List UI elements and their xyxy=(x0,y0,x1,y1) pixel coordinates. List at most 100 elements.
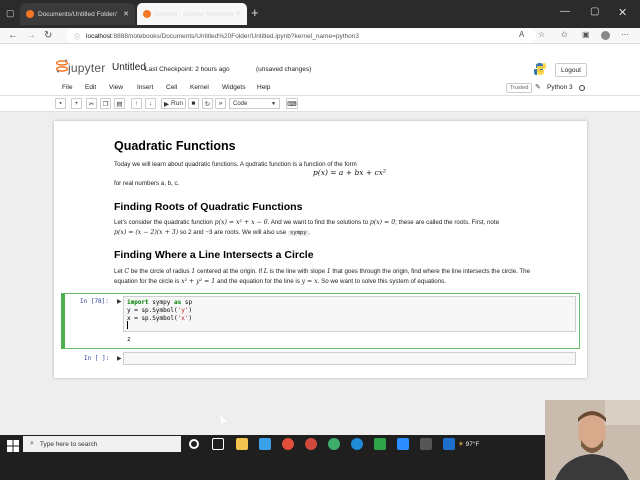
logout-button[interactable]: Logout xyxy=(555,63,587,77)
chrome-alt-icon[interactable] xyxy=(328,438,340,450)
paste-button[interactable]: ▤ xyxy=(114,98,125,109)
move-down-button[interactable]: ↓ xyxy=(145,98,156,109)
info-icon[interactable]: ⓘ xyxy=(74,32,80,41)
close-icon[interactable]: ✕ xyxy=(235,10,241,18)
pencil-icon[interactable]: ✎ xyxy=(535,83,541,91)
text: equation for the circle is xyxy=(114,278,180,285)
checkpoint-status: Last Checkpoint: 2 hours ago xyxy=(145,66,230,73)
task-view-icon[interactable] xyxy=(212,438,224,450)
app-blue-icon[interactable] xyxy=(443,438,455,450)
arrow-up-icon: ↑ xyxy=(134,100,139,107)
minimize-icon[interactable]: — xyxy=(560,6,570,17)
menu-kernel[interactable]: Kernel xyxy=(190,84,209,91)
cell-type-value: Code xyxy=(233,100,248,107)
weather-widget[interactable]: ☀ 97°F xyxy=(458,440,479,448)
mail-icon[interactable] xyxy=(259,438,271,450)
input-prompt: In [78]: xyxy=(80,298,109,305)
edge-icon[interactable] xyxy=(351,438,363,450)
address-bar: ← → ↻ ⓘ localhost:8888/notebooks/Documen… xyxy=(0,28,640,44)
menu-help[interactable]: Help xyxy=(257,84,270,91)
webcam-overlay xyxy=(545,400,640,480)
forward-icon[interactable]: → xyxy=(26,30,36,41)
new-tab-icon[interactable]: + xyxy=(251,5,259,20)
insert-cell-button[interactable]: + xyxy=(71,98,82,109)
chevron-down-icon: ▼ xyxy=(271,100,276,107)
menu-insert[interactable]: Insert xyxy=(137,84,153,91)
math-inline: x² + y² = 1 xyxy=(181,278,216,285)
command-palette-button[interactable]: ⌨ xyxy=(286,98,298,109)
play-icon: ▶ xyxy=(164,100,170,108)
heading-finding-roots: Finding Roots of Quadratic Functions xyxy=(114,201,303,213)
cell-type-select[interactable]: Code ▼ xyxy=(229,98,280,109)
windows-start-icon[interactable] xyxy=(7,440,19,452)
webcam-person-image xyxy=(545,400,640,480)
camtasia-icon[interactable] xyxy=(374,438,386,450)
search-icon: ⌕ xyxy=(30,440,34,447)
interrupt-button[interactable]: ■ xyxy=(188,98,199,109)
tab-documents[interactable]: Documents/Untitled Folder/ ✕ xyxy=(20,3,135,25)
menu-cell[interactable]: Cell xyxy=(166,84,177,91)
math-inline: L xyxy=(263,268,268,275)
text: . xyxy=(308,229,311,236)
code-text: y = sp.Symbol( xyxy=(127,307,178,314)
taskbar-search-input[interactable]: ⌕ Type here to search xyxy=(23,436,181,452)
math-inline: C xyxy=(124,268,130,275)
more-options-icon[interactable]: ⋯ xyxy=(621,30,629,39)
move-up-button[interactable]: ↑ xyxy=(131,98,142,109)
refresh-icon[interactable]: ↻ xyxy=(44,30,52,41)
profile-avatar[interactable] xyxy=(601,31,610,40)
paragraph-real-numbers: for real numbers a, b, c. xyxy=(114,180,179,187)
tab-label: Untitled - Jupyter Notebook xyxy=(155,10,234,18)
run-button[interactable]: ▶ Run xyxy=(161,98,186,109)
window-close-icon[interactable]: ✕ xyxy=(618,6,627,19)
chrome-icon[interactable] xyxy=(282,438,294,450)
read-aloud-icon[interactable]: A xyxy=(519,30,524,39)
jupyter-favicon-icon xyxy=(26,10,34,18)
run-cell-icon[interactable]: ▶ xyxy=(117,355,122,362)
jupyter-logo-icon[interactable] xyxy=(56,59,68,73)
file-explorer-icon[interactable] xyxy=(236,438,248,450)
code-editor-empty[interactable] xyxy=(123,352,576,365)
maximize-icon[interactable]: ▢ xyxy=(590,6,599,17)
collections-icon[interactable]: ▣ xyxy=(582,30,590,39)
run-cell-icon[interactable]: ▶ xyxy=(117,298,122,305)
input-prompt: In [ ]: xyxy=(84,355,110,362)
text: ; these are called the roots. First, not… xyxy=(395,219,500,226)
inline-code: sympy xyxy=(287,230,309,236)
chrome-profile-icon[interactable] xyxy=(305,438,317,450)
jupyter-brand[interactable]: jupyter xyxy=(68,61,105,75)
zoom-icon[interactable] xyxy=(397,438,409,450)
text: and the equation for the line is xyxy=(216,278,300,285)
back-icon[interactable]: ← xyxy=(8,30,18,41)
app-icon[interactable] xyxy=(420,438,432,450)
text: . And we want to find the solutions to xyxy=(267,219,369,226)
menu-file[interactable]: File xyxy=(62,84,72,91)
tab-actions-icon[interactable]: ▢ xyxy=(6,8,15,19)
code-line-1: import sympy as sp xyxy=(127,299,192,306)
cortana-icon[interactable] xyxy=(189,439,199,449)
heading-quadratic-functions: Quadratic Functions xyxy=(114,139,236,153)
menu-widgets[interactable]: Widgets xyxy=(222,84,245,91)
search-placeholder: Type here to search xyxy=(39,440,98,448)
trusted-badge[interactable]: Trusted xyxy=(506,83,533,93)
restart-run-all-button[interactable]: » xyxy=(215,98,226,109)
fast-forward-icon: » xyxy=(218,100,223,107)
kernel-name[interactable]: Python 3 xyxy=(547,84,573,91)
restart-icon: ↻ xyxy=(204,100,211,108)
tab-label: Documents/Untitled Folder/ xyxy=(38,10,117,18)
tab-notebook[interactable]: Untitled - Jupyter Notebook ✕ xyxy=(137,3,247,25)
cut-button[interactable]: ✂ xyxy=(86,98,97,109)
menu-view[interactable]: View xyxy=(109,84,123,91)
text: be the circle of radius xyxy=(130,268,190,275)
favorites-icon[interactable]: ✩ xyxy=(561,30,568,39)
menu-edit[interactable]: Edit xyxy=(85,84,96,91)
url-input[interactable]: ⓘ localhost:8888/notebooks/Documents/Unt… xyxy=(66,29,536,43)
save-button[interactable]: ▪ xyxy=(55,98,66,109)
math-inline: p(x) = 0 xyxy=(369,219,396,226)
favorite-star-icon[interactable]: ☆ xyxy=(538,30,545,39)
copy-button[interactable]: ❐ xyxy=(100,98,111,109)
text: that goes through the origin, find where… xyxy=(332,268,531,275)
restart-button[interactable]: ↻ xyxy=(202,98,213,109)
close-icon[interactable]: ✕ xyxy=(123,10,129,18)
notebook-name[interactable]: Untitled xyxy=(112,62,146,73)
